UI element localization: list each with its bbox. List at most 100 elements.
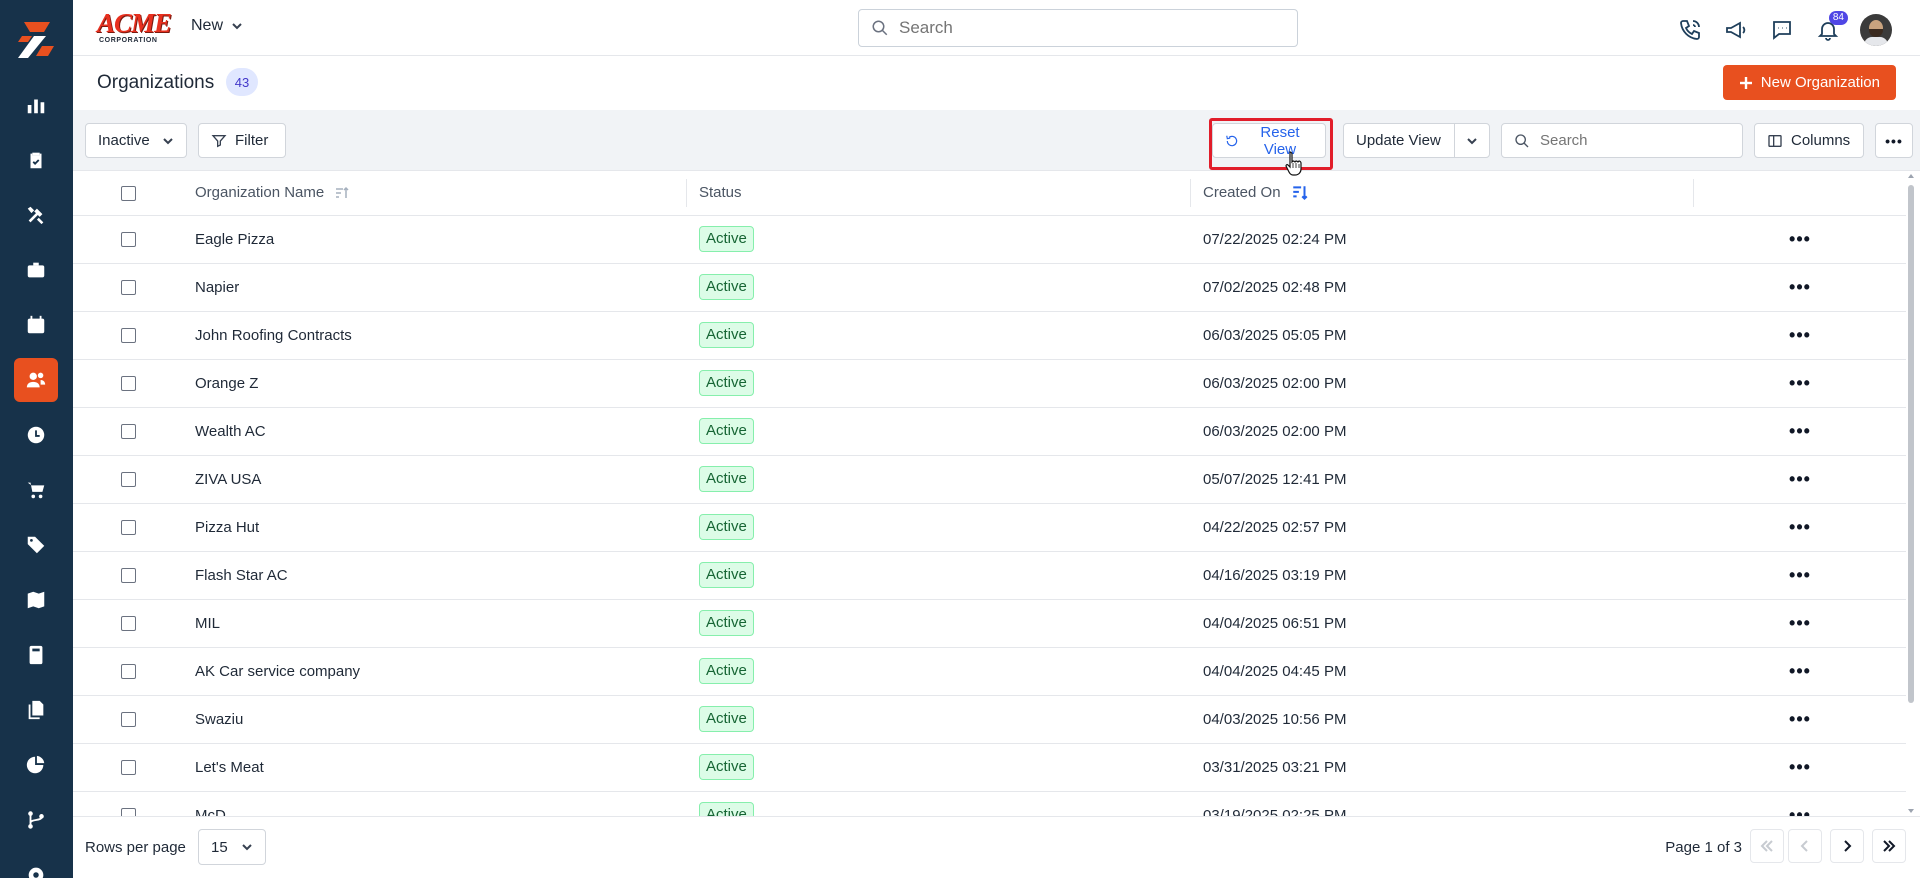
update-view-menu-button[interactable] (1454, 123, 1490, 158)
row-actions-button[interactable]: ••• (1789, 709, 1811, 729)
row-actions-button[interactable]: ••• (1789, 613, 1811, 633)
scrollbar-thumb[interactable] (1908, 185, 1914, 703)
organization-name[interactable]: ZIVA USA (183, 455, 687, 504)
organization-name[interactable]: Pizza Hut (183, 503, 687, 552)
row-actions-button[interactable]: ••• (1789, 757, 1811, 777)
organization-name[interactable]: Orange Z (183, 359, 687, 408)
next-page-button[interactable] (1830, 829, 1864, 863)
row-checkbox[interactable] (120, 520, 136, 536)
row-checkbox[interactable] (120, 328, 136, 344)
row-checkbox[interactable] (120, 376, 136, 392)
row-actions-button[interactable]: ••• (1789, 469, 1811, 489)
row-checkbox[interactable] (120, 472, 136, 488)
row-checkbox[interactable] (120, 616, 136, 632)
table-row[interactable]: AK Car service company Active 04/04/2025 0… (73, 647, 1906, 696)
organization-name[interactable]: McD (183, 791, 687, 816)
organization-name[interactable]: Napier (183, 263, 687, 312)
sidebar-item-tags[interactable] (14, 523, 58, 567)
app-logo-icon[interactable] (14, 18, 58, 62)
sidebar-item-jobs[interactable] (14, 138, 58, 182)
prev-page-button[interactable] (1788, 829, 1822, 863)
filter-button[interactable]: Filter (198, 123, 286, 158)
organization-name[interactable]: Eagle Pizza (183, 215, 687, 264)
avatar[interactable] (1860, 14, 1892, 46)
bell-icon[interactable]: 84 (1814, 11, 1848, 44)
first-page-button[interactable] (1750, 829, 1784, 863)
row-actions-button[interactable]: ••• (1789, 517, 1811, 537)
new-organization-button[interactable]: New Organization (1722, 65, 1896, 100)
row-checkbox[interactable] (120, 808, 136, 816)
sidebar-item-map[interactable] (14, 578, 58, 622)
table-row[interactable]: John Roofing Contracts Active 06/03/2025 0… (73, 311, 1906, 360)
row-checkbox[interactable] (120, 760, 136, 776)
organization-name[interactable]: Swaziu (183, 695, 687, 744)
sidebar-item-reports[interactable] (14, 83, 58, 127)
row-checkbox[interactable] (120, 424, 136, 440)
column-header-name[interactable]: Organization Name (183, 171, 687, 216)
sidebar-item-time[interactable] (14, 413, 58, 457)
sidebar-item-contacts[interactable] (14, 358, 58, 402)
reset-view-button[interactable]: Reset View (1212, 123, 1326, 158)
sidebar-item-calculator[interactable] (14, 633, 58, 677)
table-search-input[interactable] (1540, 132, 1730, 149)
organization-name[interactable]: John Roofing Contracts (183, 311, 687, 360)
table-scrollbar[interactable] (1906, 171, 1916, 816)
row-actions-button[interactable]: ••• (1789, 565, 1811, 585)
sort-icon[interactable] (334, 185, 350, 201)
megaphone-icon[interactable] (1722, 16, 1750, 44)
table-row[interactable]: Orange Z Active 06/03/2025 02:00 PM ••• (73, 359, 1906, 408)
new-menu[interactable]: New (191, 17, 243, 35)
organization-name[interactable]: Wealth AC (183, 407, 687, 456)
global-search[interactable] (858, 9, 1298, 47)
column-header-status[interactable]: Status (687, 171, 1191, 216)
sidebar-item-analytics[interactable] (14, 743, 58, 787)
organization-name[interactable]: MIL (183, 599, 687, 648)
brand-logo[interactable]: ACME CORPORATION (97, 10, 172, 45)
table-row[interactable]: ZIVA USA Active 05/07/2025 12:41 PM ••• (73, 455, 1906, 504)
table-row[interactable]: Swaziu Active 04/03/2025 10:56 PM ••• (73, 695, 1906, 744)
sidebar-item-integrations[interactable] (14, 798, 58, 842)
row-checkbox[interactable] (120, 664, 136, 680)
sidebar-item-tools[interactable] (14, 193, 58, 237)
organization-name[interactable]: Let's Meat (183, 743, 687, 792)
row-actions-button[interactable]: ••• (1789, 277, 1811, 297)
more-options-button[interactable]: ••• (1875, 123, 1913, 158)
global-search-input[interactable] (899, 18, 1259, 38)
sidebar-item-calendar[interactable] (14, 303, 58, 347)
table-row[interactable]: McD Active 03/19/2025 02:25 PM ••• (73, 791, 1906, 816)
organization-name[interactable]: AK Car service company (183, 647, 687, 696)
rows-per-page-select[interactable]: 15 (198, 829, 266, 865)
phone-icon[interactable] (1676, 16, 1704, 44)
organization-name[interactable]: Flash Star AC (183, 551, 687, 600)
table-row[interactable]: Pizza Hut Active 04/22/2025 02:57 PM ••• (73, 503, 1906, 552)
table-row[interactable]: Napier Active 07/02/2025 02:48 PM ••• (73, 263, 1906, 312)
chat-icon[interactable] (1768, 16, 1796, 44)
row-actions-button[interactable]: ••• (1789, 229, 1811, 249)
column-header-created[interactable]: Created On (1191, 171, 1694, 216)
view-filter-dropdown[interactable]: Inactive (85, 123, 187, 158)
row-actions-button[interactable]: ••• (1789, 661, 1811, 681)
row-checkbox[interactable] (120, 280, 136, 296)
update-view-button[interactable]: Update View (1343, 123, 1455, 158)
sidebar-item-work[interactable] (14, 248, 58, 292)
row-checkbox[interactable] (120, 712, 136, 728)
table-row[interactable]: Let's Meat Active 03/31/2025 03:21 PM ••• (73, 743, 1906, 792)
row-checkbox[interactable] (120, 568, 136, 584)
columns-button[interactable]: Columns (1754, 123, 1864, 158)
sort-desc-icon[interactable] (1291, 184, 1309, 202)
row-actions-button[interactable]: ••• (1789, 805, 1811, 817)
table-row[interactable]: Eagle Pizza Active 07/22/2025 02:24 PM ••• (73, 215, 1906, 264)
table-row[interactable]: Wealth AC Active 06/03/2025 02:00 PM ••• (73, 407, 1906, 456)
last-page-button[interactable] (1872, 829, 1906, 863)
row-actions-button[interactable]: ••• (1789, 325, 1811, 345)
row-actions-button[interactable]: ••• (1789, 421, 1811, 441)
select-all-checkbox[interactable] (120, 185, 136, 201)
sidebar-item-shop[interactable] (14, 468, 58, 512)
table-search[interactable] (1501, 123, 1743, 158)
sidebar-item-settings[interactable] (14, 853, 58, 878)
row-actions-button[interactable]: ••• (1789, 373, 1811, 393)
table-row[interactable]: MIL Active 04/04/2025 06:51 PM ••• (73, 599, 1906, 648)
table-row[interactable]: Flash Star AC Active 04/16/2025 03:19 PM ••… (73, 551, 1906, 600)
row-checkbox[interactable] (120, 232, 136, 248)
sidebar-item-documents[interactable] (14, 688, 58, 732)
